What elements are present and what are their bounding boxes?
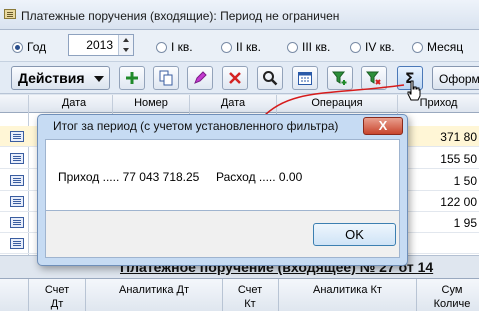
search-button[interactable]	[257, 66, 283, 90]
edit-icon	[194, 71, 207, 84]
window-titlebar: Платежные поручения (входящие): Период н…	[0, 0, 479, 30]
document-icon	[4, 9, 16, 19]
filter-remove-button[interactable]	[361, 66, 387, 90]
column-divider	[416, 279, 417, 311]
document-icon	[10, 238, 24, 249]
dialog-close-button[interactable]: X	[363, 117, 403, 135]
income-cell: 1 50	[453, 174, 477, 188]
document-icon	[10, 153, 24, 164]
edit-button[interactable]	[187, 66, 213, 90]
column-header[interactable]: Аналитика Дт	[86, 283, 222, 297]
year-stepper[interactable]: 2013	[68, 34, 134, 56]
radio-year[interactable]: Год	[12, 40, 46, 54]
radio-q2[interactable]: II кв.	[221, 40, 261, 54]
print-form-button[interactable]: Оформ	[432, 66, 479, 90]
radio-label: III кв.	[302, 40, 331, 54]
radio-q3[interactable]: III кв.	[287, 40, 330, 54]
radio-label: I кв.	[171, 40, 193, 54]
hand-cursor-icon	[407, 80, 421, 101]
radio-q4[interactable]: IV кв.	[350, 40, 395, 54]
spin-down-icon[interactable]	[119, 45, 133, 55]
period-total-dialog: Итог за период (с учетом установленного …	[37, 114, 408, 266]
dialog-body: Приход ..... 77 043 718.25 Расход ..... …	[45, 139, 400, 211]
radio-dot	[412, 41, 423, 53]
calendar-button[interactable]	[292, 66, 318, 90]
year-spin[interactable]	[118, 35, 133, 55]
year-value: 2013	[86, 38, 113, 52]
radio-dot	[350, 41, 361, 53]
radio-label: Месяц	[427, 40, 464, 54]
income-cell: 122 00	[440, 195, 477, 209]
radio-q1[interactable]: I кв.	[156, 40, 193, 54]
column-header[interactable]: Номер	[113, 97, 189, 109]
document-icon	[10, 196, 24, 207]
dialog-footer: OK	[45, 211, 400, 258]
search-icon	[263, 71, 278, 86]
copy-icon	[159, 70, 173, 86]
add-button[interactable]	[119, 66, 145, 90]
column-header[interactable]: Дата	[190, 97, 276, 109]
chevron-down-icon	[94, 76, 104, 82]
dialog-title: Итог за период (с учетом установленного …	[53, 119, 339, 133]
column-header[interactable]: Аналитика Кт	[279, 283, 416, 297]
radio-dot	[12, 41, 23, 53]
radio-dot	[221, 41, 232, 53]
delete-button[interactable]	[222, 66, 248, 90]
radio-label: II кв.	[236, 40, 261, 54]
column-header[interactable]: Счет Дт	[40, 283, 74, 311]
filter-remove-icon	[366, 71, 381, 85]
column-header[interactable]: Дата	[36, 97, 112, 109]
radio-dot	[156, 41, 167, 53]
window-title: Платежные поручения (входящие): Период н…	[21, 9, 340, 23]
delete-icon	[229, 72, 241, 84]
column-divider	[222, 279, 223, 311]
filter-add-button[interactable]	[327, 66, 353, 90]
income-cell: 1 95	[453, 216, 477, 230]
copy-button[interactable]	[153, 66, 179, 90]
dialog-message: Приход ..... 77 043 718.25 Расход ..... …	[58, 170, 303, 184]
entries-grid-header: Счет Дт Аналитика Дт Счет Кт Аналитика К…	[0, 278, 479, 311]
column-header[interactable]: Операция	[277, 97, 397, 109]
column-header[interactable]: Сум Количе	[432, 283, 472, 311]
radio-label: Год	[27, 40, 47, 54]
actions-label: Действия	[18, 70, 85, 86]
filter-add-icon	[332, 71, 347, 85]
column-divider	[28, 279, 29, 311]
document-icon	[10, 217, 24, 228]
document-icon	[10, 175, 24, 186]
spin-up-icon[interactable]	[119, 35, 133, 45]
radio-month[interactable]: Месяц	[412, 40, 463, 54]
calendar-icon	[298, 72, 312, 85]
period-bar: Год 2013 I кв. II кв. III кв. IV кв. Мес…	[0, 30, 479, 62]
actions-menu-button[interactable]: Действия	[11, 66, 110, 90]
add-icon	[126, 72, 138, 84]
income-cell: 371 80	[440, 130, 477, 144]
radio-label: IV кв.	[365, 40, 395, 54]
ok-button[interactable]: OK	[313, 223, 396, 246]
radio-dot	[287, 41, 298, 53]
document-icon	[10, 131, 24, 142]
income-cell: 155 50	[440, 152, 477, 166]
column-header[interactable]: Счет Кт	[234, 283, 266, 311]
